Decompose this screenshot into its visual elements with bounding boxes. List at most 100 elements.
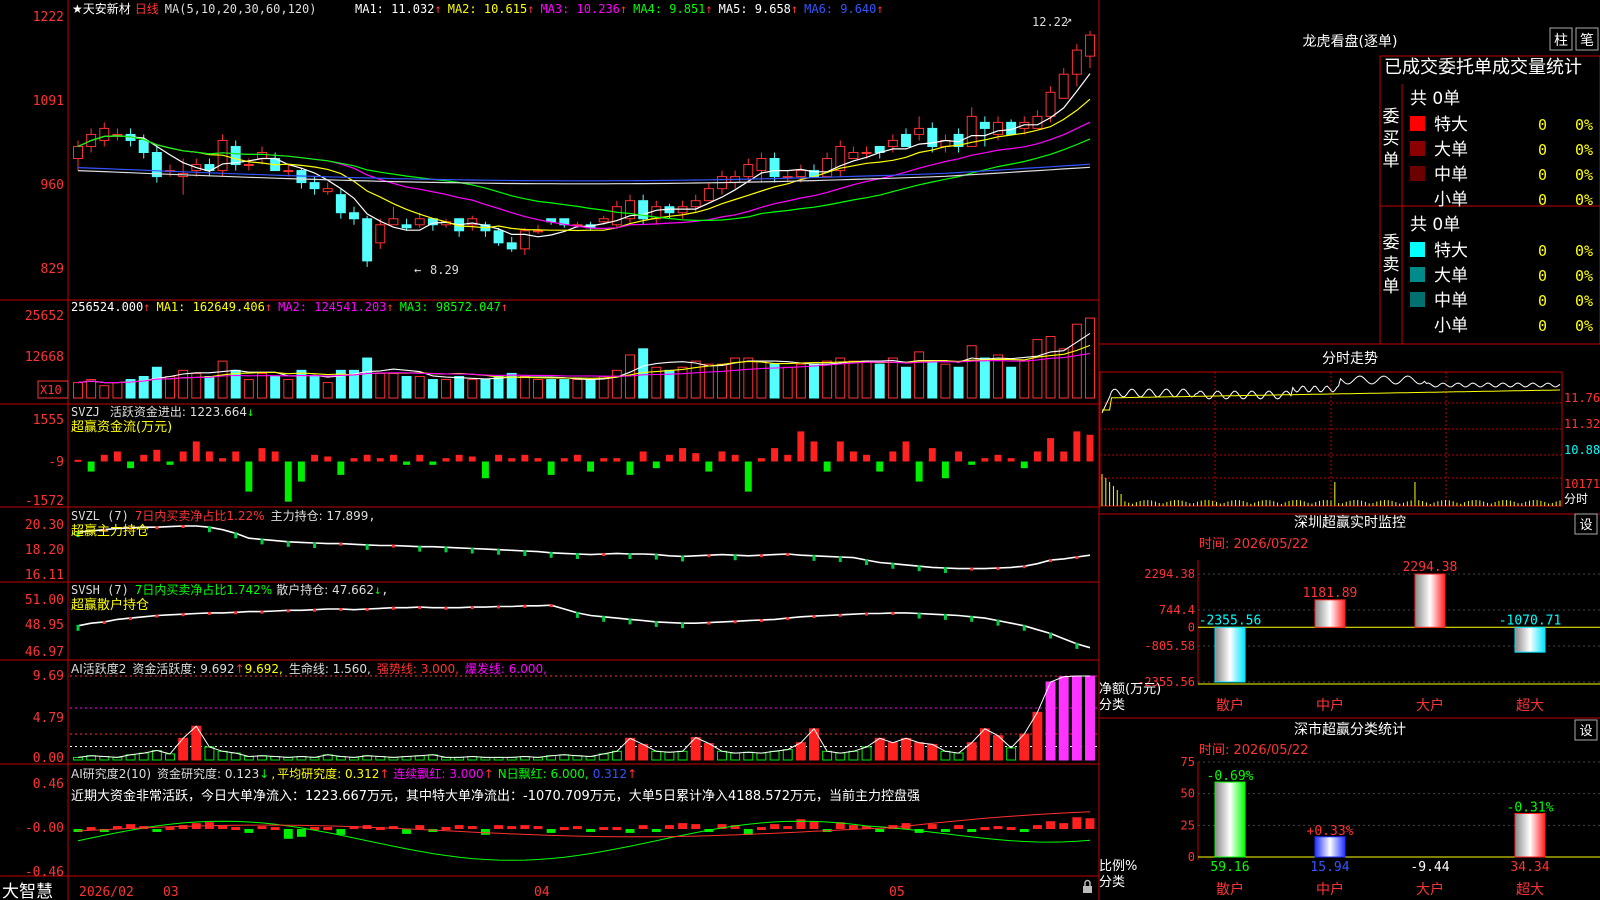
- svzl-line-tick: [313, 542, 317, 549]
- flow-bar: [797, 431, 805, 462]
- svsh-line-tick: [418, 606, 422, 610]
- flow-bar: [363, 454, 371, 462]
- order-type-label: 特大: [1434, 115, 1468, 135]
- volume-bar: [322, 382, 333, 399]
- flow-bar: [757, 458, 765, 462]
- candle-body: [257, 152, 267, 160]
- ai-active-bar: [861, 746, 872, 761]
- tab-tick[interactable]: 笔: [1575, 27, 1599, 51]
- svsh-line-tick: [865, 612, 869, 616]
- svg-text:20.30: 20.30: [25, 518, 64, 533]
- svsh-line-tick: [470, 606, 474, 610]
- intraday-y-axis: 11.76 11.32 10.88 10171: [1564, 391, 1600, 491]
- sz-class-bar: [1514, 813, 1546, 858]
- svzl-line-tick: [444, 546, 448, 553]
- volume-bar: [717, 363, 727, 399]
- flow-bar: [87, 461, 95, 472]
- order-color-swatch: [1410, 242, 1425, 257]
- sz-monitor-settings-button[interactable]: 设: [1574, 513, 1598, 535]
- sz-class-settings-button[interactable]: 设: [1574, 719, 1598, 741]
- order-count: 0: [1538, 166, 1547, 184]
- volume-bar: [677, 366, 688, 399]
- flow-bar: [468, 456, 476, 462]
- volume-bar: [795, 363, 806, 399]
- svsh-line-tick: [628, 618, 632, 625]
- ai-research-bar: [494, 825, 504, 829]
- svzl-line-tick: [181, 525, 185, 528]
- candle-body: [769, 158, 780, 178]
- order-type-label: 小单: [1434, 316, 1468, 336]
- flow-bar: [955, 451, 963, 462]
- flow-bar: [232, 451, 240, 462]
- sz-monitor-category: 散户: [1216, 697, 1244, 714]
- svzl-indicator: SVZL (7): [71, 509, 129, 523]
- dragon-title: 龙虎看盘(逐单): [1303, 33, 1398, 50]
- ai-research-bar: [1059, 823, 1069, 829]
- volume-bar: [454, 375, 465, 399]
- svsh-line-tick: [759, 619, 763, 622]
- ai-research-bar: [257, 826, 267, 830]
- svsh-line-tick: [891, 611, 895, 615]
- svzl-line-tick: [155, 526, 159, 530]
- svzl-line-tick: [1075, 556, 1079, 560]
- volume-bar: [585, 379, 596, 399]
- volume-bar: [165, 375, 175, 399]
- volume-bar: [927, 360, 938, 399]
- svsh-line-tick: [996, 619, 1000, 626]
- order-color-swatch: [1410, 141, 1425, 156]
- ai-active-y-axis: 9.69 4.79 0.00: [33, 669, 64, 766]
- candle-body: [349, 212, 359, 220]
- flow-bar: [744, 461, 752, 492]
- svzl-line-tick: [865, 559, 869, 566]
- ai-research-bar: [954, 825, 964, 829]
- low-price-label: 8.29: [430, 263, 459, 277]
- volume-bar: [809, 363, 819, 399]
- candle-body: [73, 145, 83, 160]
- candle-body: [782, 176, 793, 179]
- candle-body: [362, 218, 373, 262]
- volume-bar: [1019, 360, 1030, 399]
- ma-line: [77, 163, 1091, 182]
- volume-bar: [112, 382, 123, 399]
- tab-column[interactable]: 柱: [1549, 27, 1573, 51]
- sz-monitor-bar-label: -1070.71: [1499, 613, 1562, 628]
- flow-bar: [573, 454, 581, 462]
- volume-bar: [546, 379, 557, 399]
- svg-text:1222: 1222: [33, 10, 64, 25]
- svsh-indicator: SVSH (7): [71, 583, 129, 597]
- high-arrow-icon: ↗: [1065, 13, 1072, 27]
- volume-bar: [1058, 348, 1069, 399]
- ai-research-bar: [1085, 818, 1095, 829]
- svzl-line-tick: [917, 565, 921, 572]
- ai-research-bar: [86, 827, 96, 831]
- stock-chart-svg[interactable]: ★天安新材 日线 MA(5,10,20,30,60,120) MA1: 11.032…: [0, 0, 1600, 900]
- ai-research-bar: [323, 827, 333, 831]
- volume-bar: [362, 357, 373, 399]
- volume-bar: [782, 366, 793, 399]
- indicator-value: MA1: 11.032: [355, 2, 434, 16]
- svzl-line-tick: [418, 545, 422, 552]
- ai-research-bar: [454, 825, 464, 829]
- flow-bar: [731, 454, 739, 462]
- ai-research-bar: [756, 827, 766, 831]
- lock-icon[interactable]: [1083, 879, 1092, 894]
- svg-text:16.11: 16.11: [25, 568, 64, 583]
- ai-research-bar: [625, 829, 635, 833]
- flow-bar: [1020, 461, 1028, 469]
- flow-bar: [836, 441, 844, 462]
- indicator-value: MA3: 98572.047: [400, 300, 501, 314]
- sz-monitor-category: 大户: [1416, 697, 1444, 714]
- flow-bar: [74, 459, 82, 462]
- volume-bar: [99, 385, 110, 399]
- ai-active-bar: [953, 752, 964, 761]
- order-count: 0: [1538, 191, 1547, 209]
- ai-research-bar: [1046, 821, 1056, 829]
- ai-active-bar: [743, 751, 754, 761]
- svg-text:-1572: -1572: [25, 494, 64, 509]
- candle-body: [756, 158, 767, 172]
- group-total: 共 0单: [1410, 89, 1460, 109]
- sz-class-chart: 75 50 25 0 -0.69% 59.16 散户 +0.33% 15.94 中户 -9.44 大户…: [1181, 755, 1600, 898]
- flow-bar: [652, 461, 660, 469]
- volume-bar: [296, 369, 307, 399]
- candle-body: [598, 218, 609, 223]
